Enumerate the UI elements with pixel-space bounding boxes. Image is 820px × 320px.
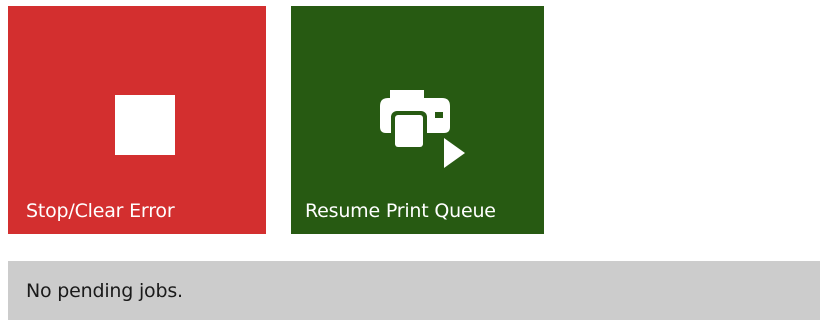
printer-resume-icon	[380, 90, 465, 168]
stop-clear-error-label: Stop/Clear Error	[26, 200, 175, 222]
job-status-bar: No pending jobs.	[8, 261, 820, 320]
print-queue-panel: Stop/Clear Error Resume Print Queue No p…	[0, 0, 820, 320]
stop-clear-error-button[interactable]: Stop/Clear Error	[8, 6, 266, 234]
stop-icon	[115, 95, 175, 155]
job-status-text: No pending jobs.	[26, 279, 183, 302]
resume-print-queue-button[interactable]: Resume Print Queue	[291, 6, 544, 234]
resume-print-queue-label: Resume Print Queue	[305, 200, 496, 222]
